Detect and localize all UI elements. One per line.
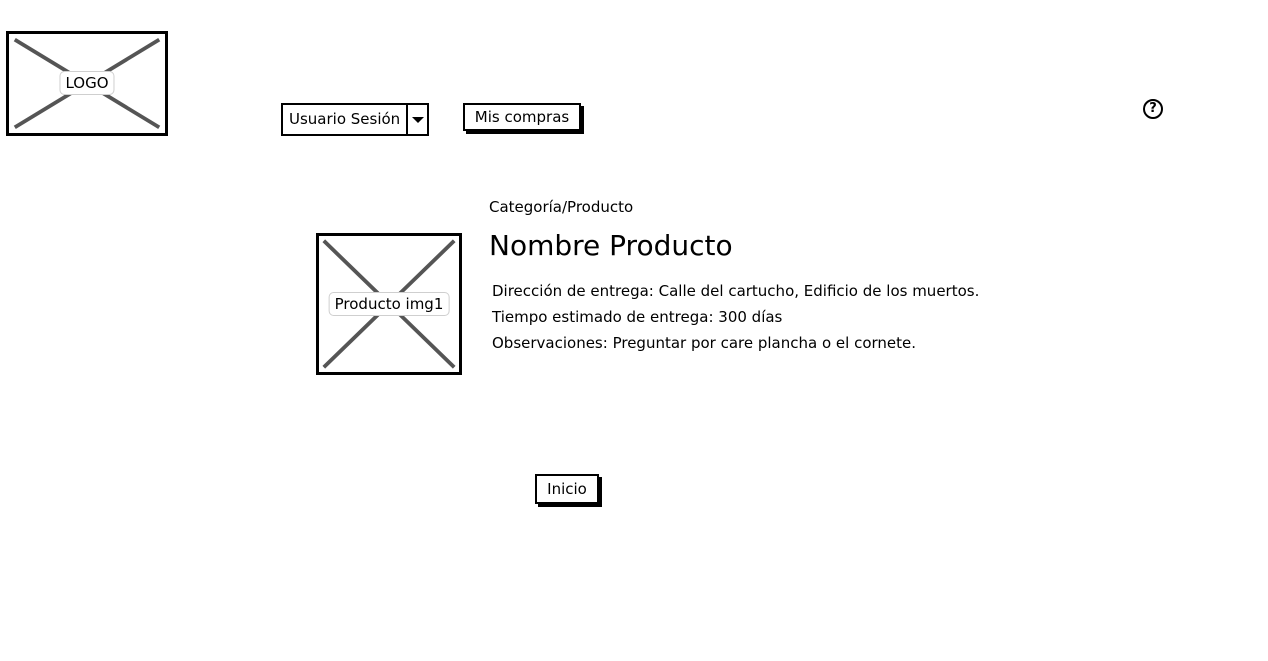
delivery-address: Dirección de entrega: Calle del cartucho… (492, 282, 980, 300)
product-title: Nombre Producto (489, 229, 733, 262)
home-button[interactable]: Inicio (535, 474, 599, 504)
user-session-label: Usuario Sesión (289, 110, 401, 128)
observations: Observaciones: Preguntar por care planch… (492, 334, 917, 352)
breadcrumb: Categoría/Producto (489, 198, 634, 216)
user-session-dropdown[interactable]: Usuario Sesión (281, 103, 429, 136)
chevron-down-icon[interactable] (406, 105, 427, 134)
logo-label: LOGO (59, 71, 115, 95)
my-purchases-button[interactable]: Mis compras (463, 103, 581, 131)
delivery-time: Tiempo estimado de entrega: 300 días (492, 308, 783, 326)
logo: LOGO (6, 31, 168, 136)
help-icon[interactable]: ? (1143, 99, 1163, 119)
product-image-label: Producto img1 (328, 292, 450, 316)
product-image: Producto img1 (316, 233, 462, 375)
